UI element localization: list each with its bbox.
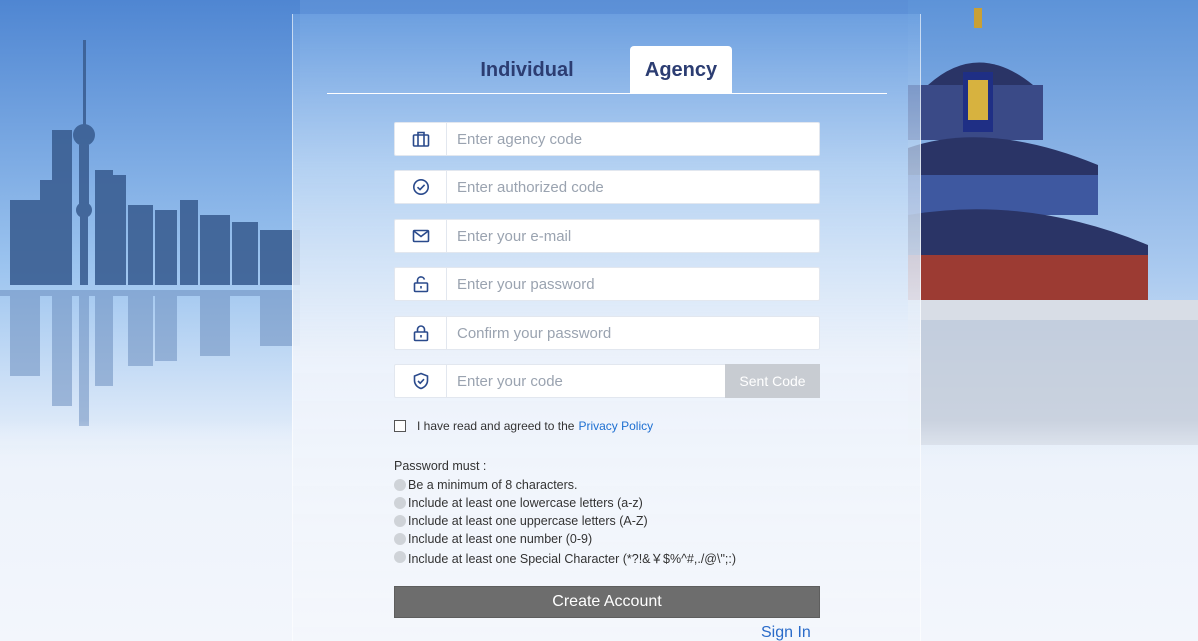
confirm-password-input[interactable] xyxy=(457,317,757,349)
create-account-button[interactable]: Create Account xyxy=(394,586,820,618)
rule-text: Include at least one Special Character (… xyxy=(408,551,737,566)
password-field xyxy=(394,267,820,301)
rule-status-dot xyxy=(394,515,406,527)
email-field xyxy=(394,219,820,253)
rule-status-dot xyxy=(394,533,406,545)
rule-status-dot xyxy=(394,497,406,509)
privacy-agreement: I have read and agreed to the Privacy Po… xyxy=(394,419,653,433)
rule-text: Include at least one number (0-9) xyxy=(408,532,593,546)
envelope-icon xyxy=(395,220,447,252)
account-type-tabs: Individual Agency xyxy=(327,46,887,94)
password-requirements: Password must : Be a minimum of 8 charac… xyxy=(394,459,736,566)
verification-code-input[interactable] xyxy=(457,365,657,397)
agency-code-input[interactable] xyxy=(457,123,757,155)
rule-status-dot xyxy=(394,551,406,563)
authorized-code-input[interactable] xyxy=(457,171,757,203)
briefcase-icon xyxy=(395,123,447,155)
shield-check-icon xyxy=(395,365,447,397)
sign-in-link[interactable]: Sign In xyxy=(761,624,811,641)
password-requirements-title: Password must : xyxy=(394,459,487,473)
registration-panel: Individual Agency Enter agency code Ente… xyxy=(292,14,921,641)
agreement-text: I have read and agreed to the xyxy=(417,419,575,433)
agency-code-field xyxy=(394,122,820,156)
confirm-password-field xyxy=(394,316,820,350)
rule-text: Be a minimum of 8 characters. xyxy=(408,478,578,492)
password-rule-item: Include at least one uppercase letters (… xyxy=(394,512,736,530)
password-input[interactable] xyxy=(457,268,757,300)
privacy-policy-link[interactable]: Privacy Policy xyxy=(578,419,653,433)
rule-text: Include at least one uppercase letters (… xyxy=(408,514,648,528)
background-temple-right xyxy=(908,0,1198,445)
agree-checkbox[interactable] xyxy=(394,420,406,432)
rule-text: Include at least one lowercase letters (… xyxy=(408,496,643,510)
background-skyline-left xyxy=(0,0,300,445)
verification-code-field: Sent Code xyxy=(394,364,820,398)
password-rule-item: Include at least one Special Character (… xyxy=(394,548,736,566)
rule-status-dot xyxy=(394,479,406,491)
email-input[interactable] xyxy=(457,220,757,252)
sent-code-button[interactable]: Sent Code xyxy=(725,364,820,398)
password-rule-item: Include at least one lowercase letters (… xyxy=(394,494,736,512)
tab-individual[interactable]: Individual xyxy=(467,46,587,94)
lock-icon xyxy=(395,317,447,349)
password-rule-item: Include at least one number (0-9) xyxy=(394,530,736,548)
unlock-icon xyxy=(395,268,447,300)
password-rule-item: Be a minimum of 8 characters. xyxy=(394,476,736,494)
tab-agency[interactable]: Agency xyxy=(630,46,732,94)
authorized-code-field xyxy=(394,170,820,204)
check-circle-icon xyxy=(395,171,447,203)
